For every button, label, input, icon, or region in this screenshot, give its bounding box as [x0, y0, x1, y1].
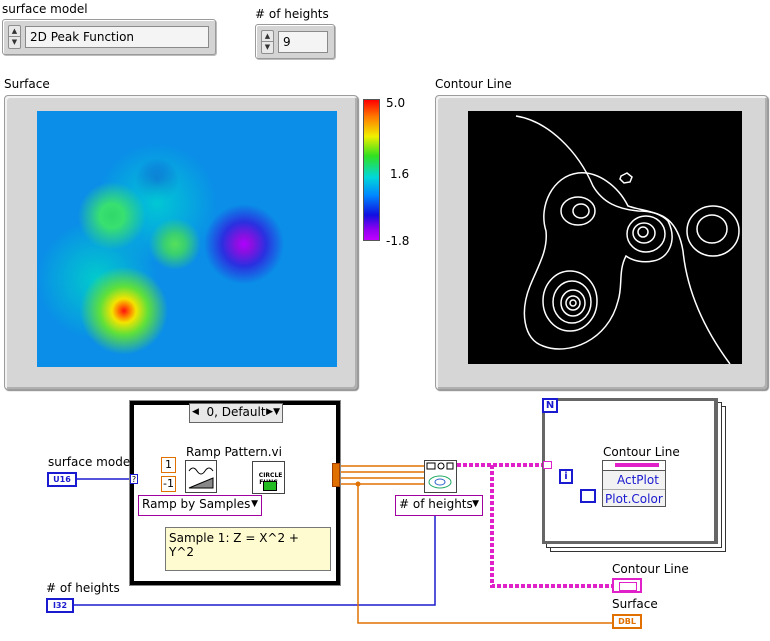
cluster-icon [619, 582, 637, 591]
ramp-vi-label: Ramp Pattern.vi [186, 445, 282, 459]
case-next-icon[interactable]: ▶▼ [266, 404, 280, 421]
contour-vi[interactable] [424, 460, 457, 493]
property-node-header [603, 461, 665, 471]
property-node-label: Contour Line [603, 445, 680, 459]
ramp-icon [188, 467, 214, 489]
case-selector-terminal[interactable]: ? [130, 474, 138, 484]
loop-tunnel-pink [543, 461, 552, 469]
case-selector[interactable]: ◀ 0, Default ▶▼ [189, 403, 283, 423]
property-plot-color[interactable]: Plot.Color [603, 490, 665, 508]
circle-func-vi[interactable]: CIRCLE FUNC [252, 461, 285, 494]
surface-model-terminal-label: surface model [48, 455, 134, 469]
ring-dropdown-icon: ▼ [472, 499, 479, 509]
const-one[interactable]: 1 [161, 457, 176, 473]
case-output-tunnel [332, 463, 340, 487]
contour-indicator-label: Contour Line [612, 562, 689, 576]
run-icon [263, 481, 277, 491]
num-heights-terminal-label: # of heights [46, 581, 120, 595]
num-heights-terminal[interactable]: I32 [46, 598, 74, 613]
heights-ring-value: # of heights [399, 497, 473, 511]
for-loop-count-terminal[interactable]: N [542, 398, 558, 413]
property-ref-wire [615, 463, 659, 467]
property-actplot[interactable]: ActPlot [603, 471, 665, 490]
contour-indicator-terminal[interactable] [612, 578, 642, 593]
surface-indicator-label: Surface [612, 597, 658, 611]
ramp-ring-constant[interactable]: Ramp by Samples ▼ [138, 495, 262, 516]
case-selector-value: 0, Default [206, 405, 266, 419]
ramp-ring-value: Ramp by Samples [142, 497, 251, 511]
free-label-comment: Sample 1: Z = X^2 + Y^2 [165, 527, 331, 571]
property-node[interactable]: ActPlot Plot.Color [602, 460, 666, 507]
surface-model-terminal[interactable]: U16 [47, 472, 77, 487]
case-prev-icon[interactable]: ◀ [192, 404, 199, 421]
for-loop-iteration-terminal[interactable]: i [559, 469, 573, 484]
ramp-pattern-vi[interactable] [185, 460, 217, 493]
contour-icon [426, 462, 454, 489]
surface-indicator-terminal[interactable]: DBL [612, 614, 642, 629]
color-constant[interactable] [580, 489, 596, 503]
comment-text: Sample 1: Z = X^2 + Y^2 [169, 531, 299, 559]
const-neg-one[interactable]: -1 [161, 476, 176, 492]
heights-ring-constant[interactable]: # of heights ▼ [395, 495, 483, 516]
ring-dropdown-icon: ▼ [251, 499, 258, 509]
